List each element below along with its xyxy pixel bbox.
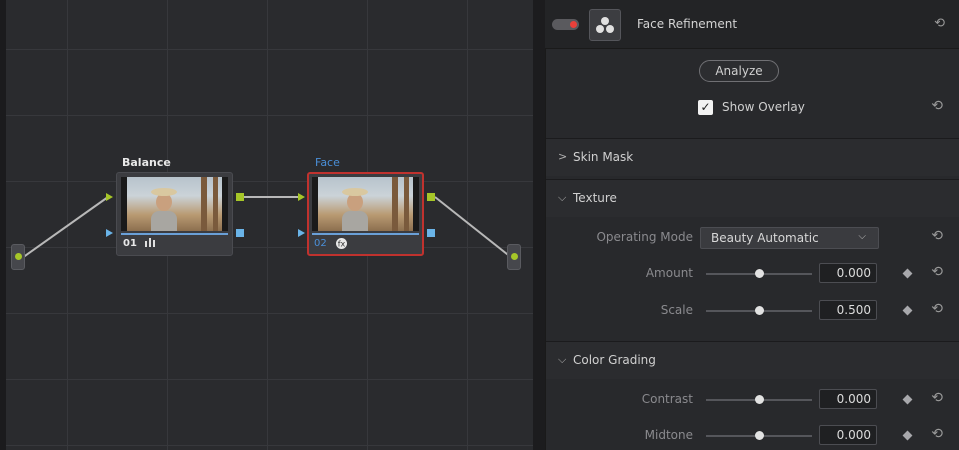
node-title-face: Face [315, 156, 340, 169]
node-balance[interactable]: 01 [116, 172, 233, 256]
node-balance-key-output[interactable] [236, 229, 244, 237]
node-graph[interactable]: Balance 01 Face 02 fx [0, 0, 533, 450]
scale-slider[interactable] [706, 306, 812, 315]
histogram-icon [145, 238, 155, 250]
output-node[interactable] [507, 244, 521, 270]
node-face[interactable]: 02 fx [307, 172, 424, 256]
node-connections [21, 196, 513, 259]
amount-label: Amount [645, 266, 693, 280]
node-thumbnail [121, 177, 228, 231]
keyframe-icon[interactable] [902, 394, 913, 405]
node-progress-bar [312, 233, 419, 235]
node-balance-rgb-input[interactable] [106, 193, 113, 201]
section-texture[interactable]: ⌵ Texture [546, 179, 959, 217]
toggle-knob [570, 21, 577, 28]
contrast-slider[interactable] [706, 395, 812, 404]
show-overlay-row[interactable]: ✓ Show Overlay [698, 98, 805, 116]
section-skin-mask[interactable]: > Skin Mask [546, 138, 959, 176]
node-number: 02 [314, 238, 327, 249]
reset-all-icon[interactable]: ⟲ [934, 16, 945, 31]
inspector-body: Analyze ✓ Show Overlay ⟲ > Skin Mask ⌵ T… [545, 49, 959, 450]
effect-enable-toggle[interactable] [552, 19, 579, 30]
analyze-button[interactable]: Analyze [699, 60, 779, 82]
slider-thumb[interactable] [755, 306, 764, 315]
chevron-right-icon: > [558, 150, 568, 163]
show-overlay-checkbox[interactable]: ✓ [698, 99, 713, 115]
fx-library-icon[interactable] [589, 9, 621, 41]
keyframe-icon[interactable] [902, 268, 913, 279]
reset-icon[interactable]: ⟲ [931, 301, 943, 317]
scale-label: Scale [660, 303, 693, 317]
contrast-label: Contrast [641, 392, 693, 406]
node-face-rgb-output[interactable] [427, 193, 435, 201]
node-face-rgb-input[interactable] [298, 193, 305, 201]
svg-text:fx: fx [338, 240, 346, 249]
reset-icon[interactable]: ⟲ [931, 98, 943, 114]
operating-mode-label: Operating Mode [596, 230, 693, 244]
midtone-label: Midtone [644, 428, 693, 442]
node-balance-rgb-output[interactable] [236, 193, 244, 201]
output-port[interactable] [511, 253, 518, 260]
node-face-key-input[interactable] [298, 229, 305, 237]
midtone-slider[interactable] [706, 431, 812, 440]
node-balance-key-input[interactable] [106, 229, 113, 237]
node-progress-bar [121, 233, 228, 235]
section-color-grading[interactable]: ⌵ Color Grading [546, 341, 959, 379]
inspector-panel: Face Refinement ⟲ Analyze ✓ Show Overlay… [545, 0, 959, 450]
scale-value-field[interactable]: 0.500 [819, 300, 877, 320]
contrast-value-field[interactable]: 0.000 [819, 389, 877, 409]
reset-icon[interactable]: ⟲ [931, 390, 943, 406]
show-overlay-label: Show Overlay [722, 100, 805, 114]
source-input-port[interactable] [15, 253, 22, 260]
amount-value-field[interactable]: 0.000 [819, 263, 877, 283]
node-number: 01 [123, 238, 137, 249]
chevron-down-icon: ⌵ [558, 191, 567, 204]
panel-divider[interactable] [533, 0, 545, 450]
inspector-title: Face Refinement [637, 17, 738, 31]
section-label: Skin Mask [573, 150, 634, 164]
midtone-value-field[interactable]: 0.000 [819, 425, 877, 445]
source-input-node[interactable] [11, 244, 25, 270]
reset-icon[interactable]: ⟲ [931, 426, 943, 442]
slider-thumb[interactable] [755, 431, 764, 440]
chevron-down-icon: ⌵ [558, 353, 567, 366]
operating-mode-dropdown[interactable]: Beauty Automatic ⌵ [700, 227, 879, 249]
section-label: Texture [573, 191, 617, 205]
fx-icon: fx [336, 238, 347, 252]
keyframe-icon[interactable] [902, 430, 913, 441]
wire-input-to-balance [21, 196, 109, 259]
operating-mode-value: Beauty Automatic [711, 231, 819, 245]
reset-icon[interactable]: ⟲ [931, 228, 943, 244]
wire-face-to-output [434, 196, 513, 259]
slider-thumb[interactable] [755, 395, 764, 404]
node-title-balance: Balance [122, 156, 171, 169]
keyframe-icon[interactable] [902, 305, 913, 316]
inspector-header: Face Refinement ⟲ [545, 0, 959, 49]
amount-slider[interactable] [706, 269, 812, 278]
node-thumbnail [312, 177, 419, 231]
slider-thumb[interactable] [755, 269, 764, 278]
node-face-key-output[interactable] [427, 229, 435, 237]
section-label: Color Grading [573, 353, 656, 367]
reset-icon[interactable]: ⟲ [931, 264, 943, 280]
chevron-down-icon: ⌵ [858, 231, 866, 242]
